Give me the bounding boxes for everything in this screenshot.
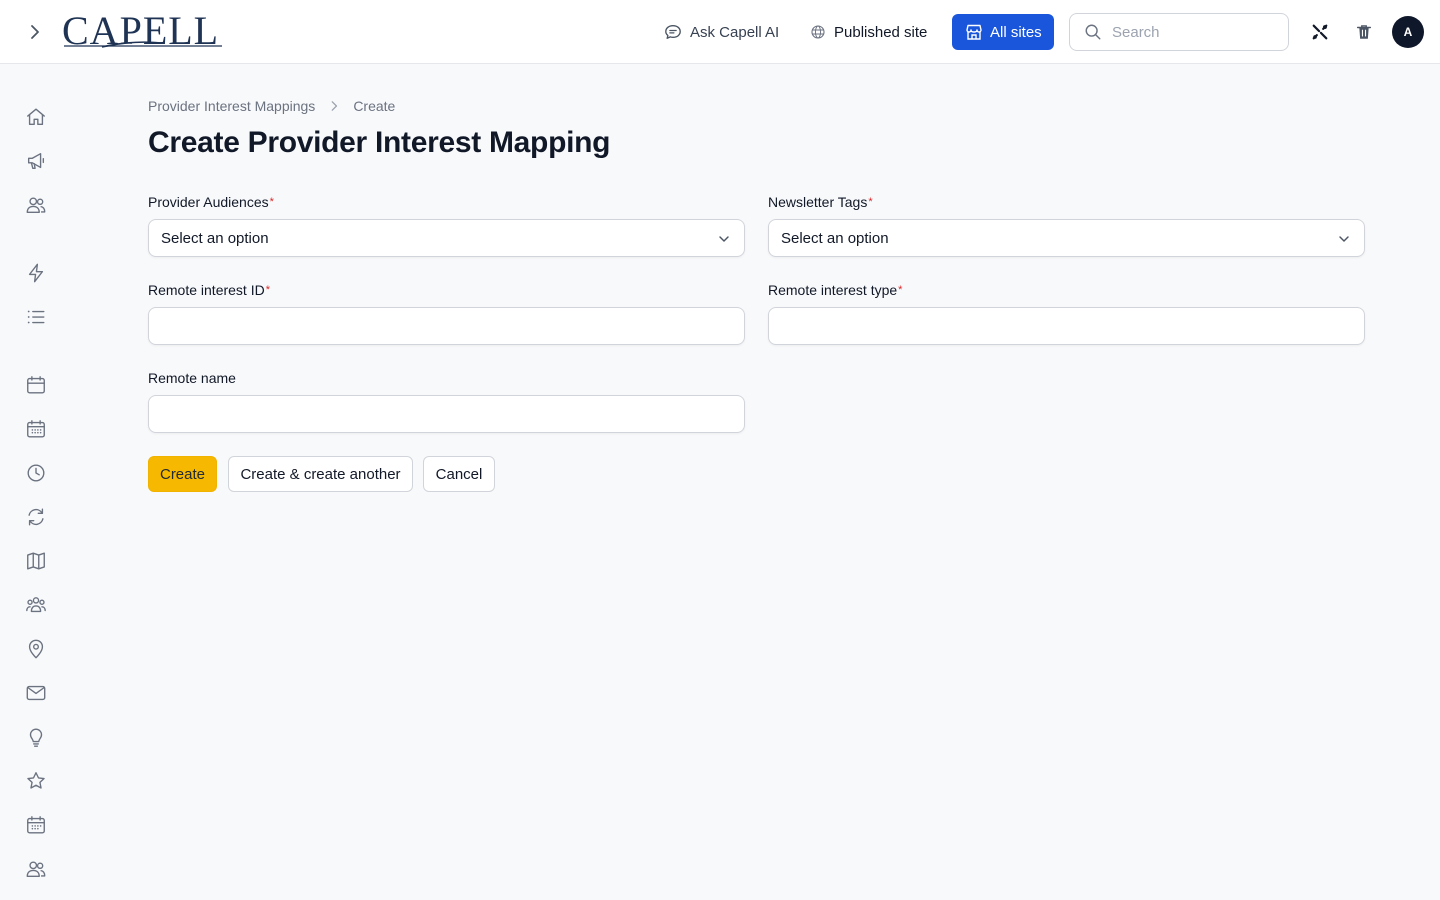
- chevron-right-icon: [331, 101, 338, 111]
- trash-button[interactable]: [1352, 20, 1376, 44]
- logo-underline: [64, 41, 222, 48]
- newsletter-tags-select[interactable]: Select an option: [768, 219, 1365, 257]
- sidebar-item-favorites[interactable]: [24, 769, 48, 793]
- map-icon: [27, 552, 45, 570]
- remote-interest-id-label-text: Remote interest ID: [148, 282, 265, 298]
- sidebar-item-groups[interactable]: [24, 593, 48, 617]
- all-sites-button[interactable]: All sites: [952, 14, 1054, 50]
- refresh-icon: [28, 508, 44, 526]
- remote-interest-type-label-text: Remote interest type: [768, 282, 898, 298]
- sidebar-item-announcements[interactable]: [24, 149, 48, 173]
- user-group-icon: [26, 597, 46, 613]
- sidebar-item-map[interactable]: [24, 549, 48, 573]
- sidebar-item-history[interactable]: [24, 461, 48, 485]
- published-site-link[interactable]: Published site: [810, 20, 927, 44]
- sidebar-item-locations[interactable]: [24, 637, 48, 661]
- ask-ai-label: Ask Capell AI: [690, 23, 780, 41]
- chat-bubble-icon: [665, 25, 681, 39]
- breadcrumb-parent-link[interactable]: Provider Interest Mappings: [148, 98, 315, 114]
- sidebar-item-users[interactable]: [24, 193, 48, 217]
- expand-sidebar-button[interactable]: [20, 18, 48, 46]
- sidebar-item-automations[interactable]: [24, 261, 48, 285]
- storefront-icon: [966, 24, 982, 40]
- chevron-right-icon: [31, 25, 39, 39]
- provider-audiences-label: Provider Audiences*: [148, 192, 274, 212]
- newsletter-tags-label-text: Newsletter Tags: [768, 194, 868, 210]
- star-icon: [27, 772, 45, 789]
- remote-name-label: Remote name: [148, 370, 236, 386]
- bolt-icon: [28, 263, 44, 283]
- required-marker: *: [265, 284, 270, 296]
- wrench-screwdriver-icon: [1312, 24, 1328, 40]
- provider-audiences-select[interactable]: Select an option: [148, 219, 745, 257]
- create-button[interactable]: Create: [148, 456, 217, 492]
- remote-name-field: [148, 395, 745, 433]
- all-sites-label: All sites: [990, 23, 1042, 41]
- trash-icon: [1356, 25, 1372, 39]
- remote-interest-id-label: Remote interest ID*: [148, 280, 270, 300]
- published-site-label: Published site: [834, 23, 928, 41]
- breadcrumb-current: Create: [353, 98, 396, 114]
- sidebar-item-newsletters[interactable]: [24, 681, 48, 705]
- home-icon: [27, 108, 45, 126]
- top-bar: CAPELL Ask Capell AI Published site All …: [0, 0, 1440, 64]
- sidebar-item-sync[interactable]: [24, 505, 48, 529]
- remote-interest-id-input[interactable]: [149, 308, 744, 344]
- sidebar-item-members[interactable]: [24, 857, 48, 881]
- search-input[interactable]: [1112, 23, 1272, 41]
- remote-interest-type-label: Remote interest type*: [768, 280, 902, 300]
- remote-name-input[interactable]: [149, 396, 744, 432]
- globe-icon: [811, 25, 825, 39]
- required-marker: *: [868, 196, 873, 208]
- page-title: Create Provider Interest Mapping: [148, 126, 611, 159]
- chevron-down-icon: [1339, 236, 1349, 242]
- remote-interest-id-field: [148, 307, 745, 345]
- provider-audiences-label-text: Provider Audiences: [148, 194, 269, 210]
- user-avatar[interactable]: A: [1392, 16, 1424, 48]
- required-marker: *: [898, 284, 903, 296]
- sidebar-item-calendar[interactable]: [24, 373, 48, 397]
- calendar-icon: [27, 376, 45, 394]
- remote-interest-type-field: [768, 307, 1365, 345]
- search-box[interactable]: [1069, 13, 1289, 51]
- search-icon: [1085, 24, 1101, 40]
- list-icon: [27, 310, 45, 324]
- newsletter-tags-label: Newsletter Tags*: [768, 192, 873, 212]
- chevron-down-icon: [719, 236, 729, 242]
- sidebar-item-schedule[interactable]: [24, 417, 48, 441]
- envelope-icon: [26, 685, 46, 701]
- lightbulb-icon: [29, 728, 43, 747]
- calendar-days-icon: [27, 816, 45, 834]
- users-icon: [26, 197, 46, 214]
- calendar-grid-icon: [27, 420, 45, 438]
- capell-logo[interactable]: CAPELL: [62, 10, 224, 52]
- map-pin-icon: [28, 639, 44, 659]
- cancel-button[interactable]: Cancel: [423, 456, 495, 492]
- ask-ai-button[interactable]: Ask Capell AI: [664, 20, 779, 44]
- sidebar-item-home[interactable]: [24, 105, 48, 129]
- users-alt-icon: [26, 861, 46, 878]
- create-another-button[interactable]: Create & create another: [228, 456, 413, 492]
- sidebar-nav: [0, 65, 72, 900]
- breadcrumb: Provider Interest Mappings Create: [148, 96, 395, 116]
- sidebar-item-events[interactable]: [24, 813, 48, 837]
- remote-interest-type-input[interactable]: [769, 308, 1364, 344]
- newsletter-tags-value: Select an option: [781, 229, 889, 247]
- sidebar-item-lists[interactable]: [24, 305, 48, 329]
- megaphone-icon: [27, 152, 45, 170]
- provider-audiences-value: Select an option: [161, 229, 269, 247]
- sidebar-item-interests[interactable]: [24, 725, 48, 749]
- required-marker: *: [269, 196, 274, 208]
- tools-button[interactable]: [1308, 20, 1332, 44]
- clock-icon: [27, 464, 45, 482]
